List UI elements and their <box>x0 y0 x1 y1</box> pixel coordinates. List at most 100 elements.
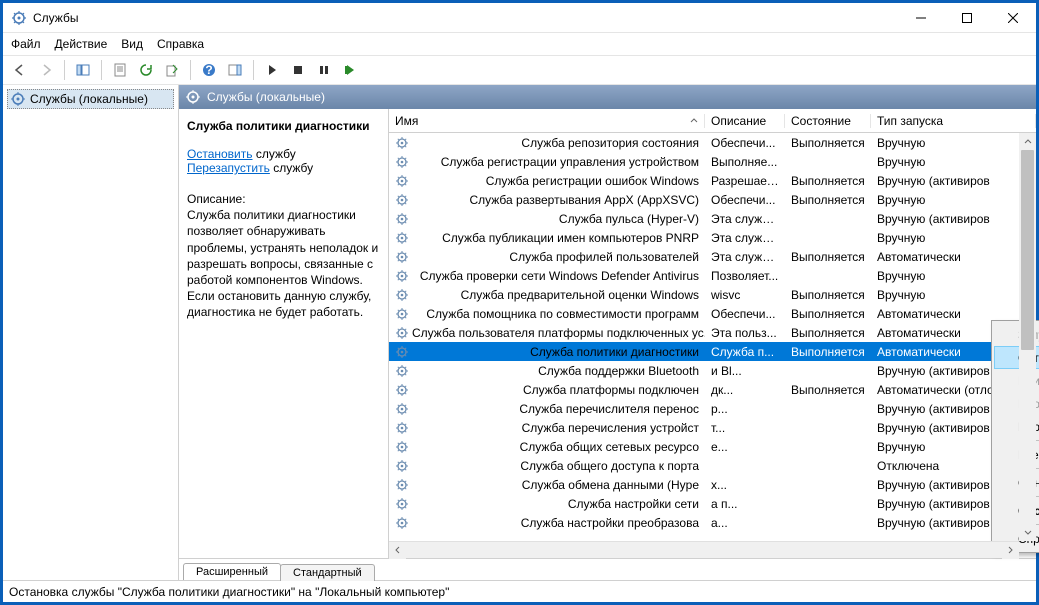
service-icon <box>395 421 409 435</box>
scroll-up-button[interactable] <box>1019 133 1036 150</box>
service-start: Вручную (активиров <box>871 212 1036 226</box>
properties-button[interactable] <box>109 59 131 81</box>
col-name[interactable]: Имя <box>389 114 705 128</box>
service-start: Вручную <box>871 269 1036 283</box>
service-desc: а... <box>705 516 785 530</box>
pause-service-button[interactable] <box>313 59 335 81</box>
restart-service-button[interactable] <box>339 59 361 81</box>
service-name: Служба поддержки Bluetooth <box>538 364 699 378</box>
tree-root-label: Службы (локальные) <box>30 92 148 106</box>
minimize-button[interactable] <box>898 3 944 33</box>
stop-service-link[interactable]: Остановить <box>187 147 253 161</box>
service-row[interactable]: Служба настройки преобразоваа...Вручную … <box>389 513 1036 532</box>
menu-file[interactable]: Файл <box>11 37 41 51</box>
service-row[interactable]: Служба регистрации управления устройство… <box>389 152 1036 171</box>
service-desc: Эта служб... <box>705 250 785 264</box>
service-icon <box>395 345 409 359</box>
service-name: Служба развертывания AppX (AppXSVC) <box>469 193 699 207</box>
sort-indicator-icon <box>690 117 698 125</box>
service-row[interactable]: Служба публикации имен компьютеров PNRPЭ… <box>389 228 1036 247</box>
service-row[interactable]: Служба поддержки Bluetoothи Bl...Вручную… <box>389 361 1036 380</box>
service-row[interactable]: Служба профилей пользователейЭта служб..… <box>389 247 1036 266</box>
vertical-scrollbar[interactable] <box>1019 133 1036 541</box>
service-name: Служба пользователя платформы подключенн… <box>412 326 705 340</box>
status-bar: Остановка службы "Служба политики диагно… <box>3 580 1036 602</box>
column-headers: Имя Описание Состояние Тип запуска <box>389 109 1036 133</box>
service-row[interactable]: Служба предварительной оценки Windows wis… <box>389 285 1036 304</box>
service-state: Выполняется <box>785 383 871 397</box>
show-hide-tree-button[interactable] <box>72 59 94 81</box>
refresh-button[interactable] <box>135 59 157 81</box>
service-desc: х... <box>705 478 785 492</box>
service-row[interactable]: Служба настройки сетиа п...Вручную (акти… <box>389 494 1036 513</box>
col-start[interactable]: Тип запуска <box>871 114 1036 128</box>
service-icon <box>395 288 409 302</box>
service-row[interactable]: Служба проверки сети Windows Defender An… <box>389 266 1036 285</box>
service-start: Вручную <box>871 231 1036 245</box>
selected-service-name: Служба политики диагностики <box>187 119 380 133</box>
service-desc: Обеспечи... <box>705 136 785 150</box>
service-description: Описание: Служба политики диагностики по… <box>187 191 380 321</box>
maximize-button[interactable] <box>944 3 990 33</box>
service-row[interactable]: Служба платформы подключендк...Выполняет… <box>389 380 1036 399</box>
menu-bar: Файл Действие Вид Справка <box>3 33 1036 55</box>
forward-button[interactable] <box>35 59 57 81</box>
service-row[interactable]: Служба общего доступа к портаОтключена <box>389 456 1036 475</box>
service-row[interactable]: Служба перечисления устройстт...Вручную … <box>389 418 1036 437</box>
show-hide-action-pane-button[interactable] <box>224 59 246 81</box>
stop-service-button[interactable] <box>287 59 309 81</box>
service-desc: а п... <box>705 497 785 511</box>
close-button[interactable] <box>990 3 1036 33</box>
service-desc: Эта служб... <box>705 231 785 245</box>
col-state[interactable]: Состояние <box>785 114 871 128</box>
service-icon <box>395 174 409 188</box>
service-state: Выполняется <box>785 174 871 188</box>
menu-help[interactable]: Справка <box>157 37 204 51</box>
restart-service-link[interactable]: Перезапустить <box>187 161 270 175</box>
tab-standard[interactable]: Стандартный <box>280 564 375 581</box>
service-state: Выполняется <box>785 193 871 207</box>
scroll-right-button[interactable] <box>1002 542 1019 559</box>
col-desc[interactable]: Описание <box>705 114 785 128</box>
horizontal-scrollbar[interactable] <box>389 541 1019 558</box>
help-button[interactable]: ? <box>198 59 220 81</box>
service-row[interactable]: Служба общих сетевых ресурсое...Вручную <box>389 437 1036 456</box>
menu-action[interactable]: Действие <box>55 37 108 51</box>
service-row[interactable]: Служба помощника по совместимости програ… <box>389 304 1036 323</box>
export-button[interactable] <box>161 59 183 81</box>
service-row[interactable]: Служба развертывания AppX (AppXSVC)Обесп… <box>389 190 1036 209</box>
service-row[interactable]: Служба регистрации ошибок WindowsРазреша… <box>389 171 1036 190</box>
app-icon <box>11 10 27 26</box>
service-icon <box>395 364 409 378</box>
service-row[interactable]: Служба репозитория состоянияОбеспечи...В… <box>389 133 1036 152</box>
service-start: Вручную <box>871 193 1036 207</box>
menu-view[interactable]: Вид <box>121 37 143 51</box>
tree-root-item[interactable]: Службы (локальные) <box>7 89 174 109</box>
service-name: Служба предварительной оценки Windows <box>461 288 699 302</box>
scroll-left-button[interactable] <box>389 542 406 559</box>
service-row[interactable]: Служба политики диагностикиСлужба п...Вы… <box>389 342 1036 361</box>
scroll-down-button[interactable] <box>1019 524 1036 541</box>
service-desc: wisvc <box>705 288 785 302</box>
services-list: Имя Описание Состояние Тип запуска Служб… <box>389 109 1036 558</box>
service-name: Служба общего доступа к порта <box>520 459 699 473</box>
service-row[interactable]: Служба пользователя платформы подключенн… <box>389 323 1036 342</box>
service-start: Автоматически <box>871 307 1036 321</box>
service-row[interactable]: Служба пульса (Hyper-V)Эта служб...Вручн… <box>389 209 1036 228</box>
start-service-button[interactable] <box>261 59 283 81</box>
service-row[interactable]: Служба обмена данными (Hypeх...Вручную (… <box>389 475 1036 494</box>
restart-service-line: Перезапустить службу <box>187 161 380 175</box>
service-icon <box>395 497 409 511</box>
service-desc: р... <box>705 402 785 416</box>
back-button[interactable] <box>9 59 31 81</box>
service-name: Служба настройки сети <box>568 497 699 511</box>
service-icon <box>395 478 409 492</box>
svg-text:?: ? <box>205 63 212 77</box>
tab-extended[interactable]: Расширенный <box>183 563 281 580</box>
service-name: Служба платформы подключен <box>523 383 699 397</box>
status-text: Остановка службы "Служба политики диагно… <box>9 585 449 599</box>
service-name: Служба перечисления устройст <box>522 421 699 435</box>
service-icon <box>395 307 409 321</box>
service-row[interactable]: Служба перечислителя переноср...Вручную … <box>389 399 1036 418</box>
scroll-thumb[interactable] <box>1021 150 1034 350</box>
